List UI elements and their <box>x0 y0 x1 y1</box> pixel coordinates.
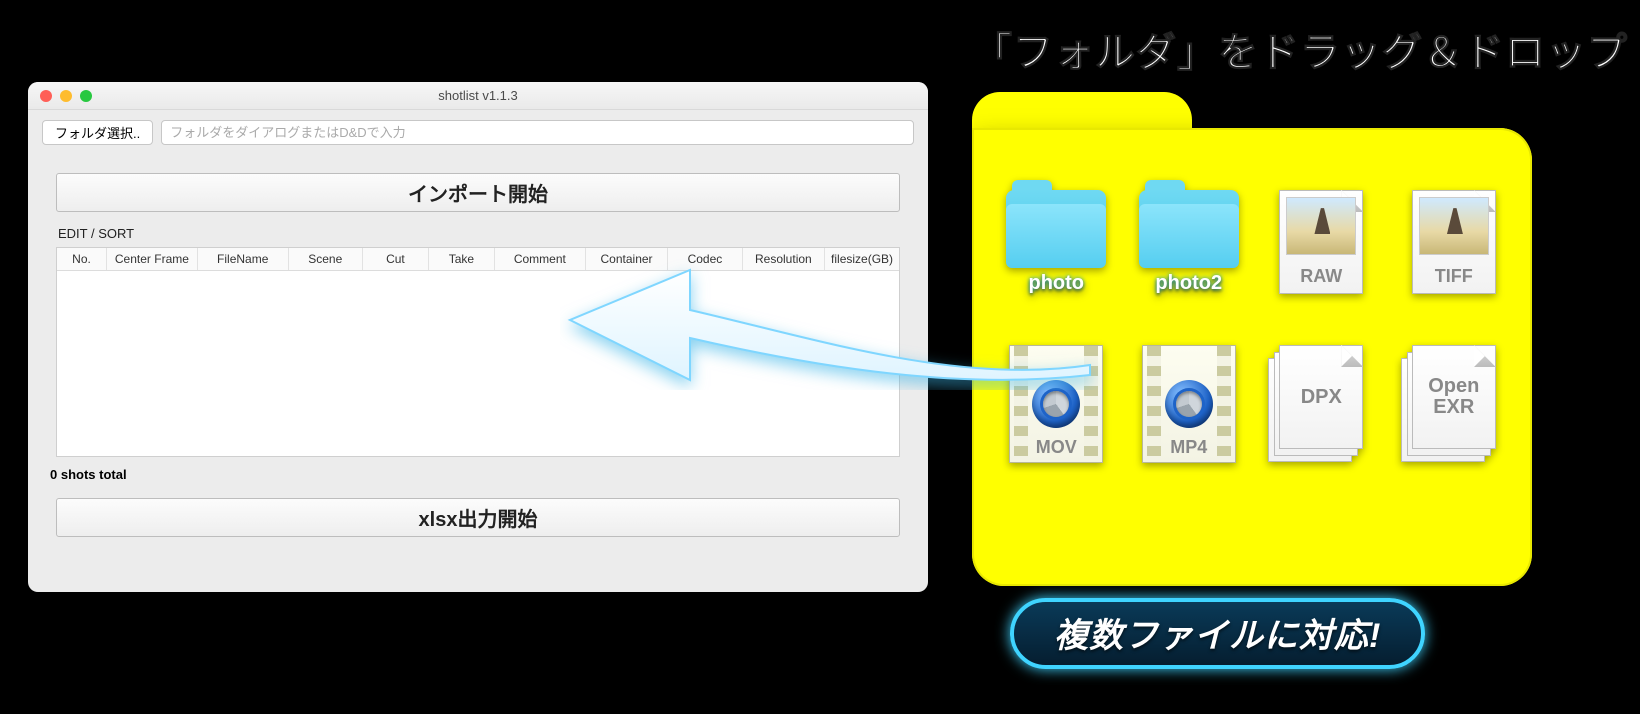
col-take[interactable]: Take <box>428 248 494 271</box>
video-file-icon: MOV <box>1009 345 1103 463</box>
zoom-icon[interactable] <box>80 90 92 102</box>
grid-item-photo: photo <box>1000 190 1113 295</box>
image-file-icon: RAW <box>1279 190 1363 294</box>
import-button[interactable]: インポート開始 <box>56 173 900 212</box>
col-comment[interactable]: Comment <box>494 248 585 271</box>
col-container[interactable]: Container <box>585 248 668 271</box>
image-file-icon: TIFF <box>1412 190 1496 294</box>
col-resolution[interactable]: Resolution <box>742 248 825 271</box>
shots-table[interactable]: No. Center Frame FileName Scene Cut Take… <box>56 247 900 457</box>
badge-text: 複数ファイルに対応! <box>1054 617 1381 655</box>
grid-label: photo <box>1028 272 1084 295</box>
col-no[interactable]: No. <box>57 248 107 271</box>
grid-label: DPX <box>1301 387 1342 408</box>
grid-item-openexr: Open EXR <box>1398 345 1511 463</box>
close-icon[interactable] <box>40 90 52 102</box>
grid-item-mov: MOV <box>1000 345 1113 463</box>
sample-file-grid: photo photo2 RAW TIFF MOV MP4 DPX <box>1000 190 1510 463</box>
grid-label: RAW <box>1280 266 1362 287</box>
video-file-icon: MP4 <box>1142 345 1236 463</box>
grid-item-tiff: TIFF <box>1398 190 1511 295</box>
grid-item-photo2: photo2 <box>1133 190 1246 295</box>
col-codec[interactable]: Codec <box>668 248 742 271</box>
minimize-icon[interactable] <box>60 90 72 102</box>
folder-icon <box>1006 190 1106 268</box>
multi-file-badge: 複数ファイルに対応! <box>1010 598 1425 669</box>
col-filename[interactable]: FileName <box>197 248 288 271</box>
traffic-lights <box>40 90 92 102</box>
grid-item-raw: RAW <box>1265 190 1378 295</box>
col-filesize[interactable]: filesize(GB) <box>825 248 899 271</box>
table-header-row: No. Center Frame FileName Scene Cut Take… <box>57 248 899 271</box>
grid-label: MOV <box>1010 437 1102 458</box>
folder-path-input[interactable] <box>161 120 914 145</box>
col-centerframe[interactable]: Center Frame <box>107 248 198 271</box>
grid-label: Open EXR <box>1428 376 1479 418</box>
folder-row: フォルダ選択.. <box>28 110 928 151</box>
grid-label: MP4 <box>1143 437 1235 458</box>
status-total: 0 shots total <box>28 457 928 486</box>
grid-item-dpx: DPX <box>1265 345 1378 463</box>
edit-sort-label: EDIT / SORT <box>28 218 928 245</box>
quicktime-icon <box>1165 380 1213 428</box>
grid-item-mp4: MP4 <box>1133 345 1246 463</box>
export-xlsx-button[interactable]: xlsx出力開始 <box>56 498 900 537</box>
window-title: shotlist v1.1.3 <box>28 88 928 103</box>
sequence-file-icon: DPX <box>1279 345 1363 449</box>
sequence-file-icon: Open EXR <box>1412 345 1496 449</box>
grid-label: TIFF <box>1413 266 1495 287</box>
grid-label: photo2 <box>1155 272 1222 295</box>
quicktime-icon <box>1032 380 1080 428</box>
app-window: shotlist v1.1.3 フォルダ選択.. インポート開始 EDIT / … <box>28 82 928 592</box>
folder-icon <box>1139 190 1239 268</box>
choose-folder-button[interactable]: フォルダ選択.. <box>42 120 153 145</box>
col-cut[interactable]: Cut <box>362 248 428 271</box>
instruction-title: 「フォルダ」をドラッグ＆ドロップ <box>960 20 1640 78</box>
col-scene[interactable]: Scene <box>288 248 362 271</box>
titlebar: shotlist v1.1.3 <box>28 82 928 110</box>
